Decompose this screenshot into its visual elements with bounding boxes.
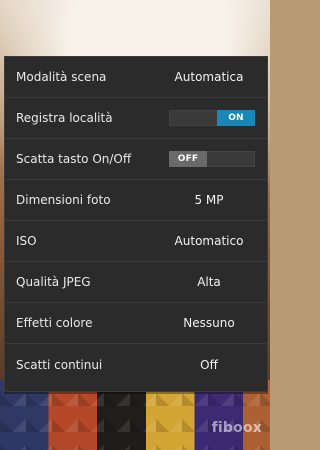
setting-value-scene-mode[interactable]: Automatica — [163, 70, 255, 84]
setting-label-jpeg-quality: Qualità JPEG — [16, 275, 91, 289]
setting-row-scene-mode[interactable]: Modalità scena Automatica — [5, 57, 267, 98]
setting-row-photo-size[interactable]: Dimensioni foto 5 MP — [5, 180, 267, 221]
setting-label-color-effects: Effetti colore — [16, 316, 93, 330]
setting-row-color-effects[interactable]: Effetti colore Nessuno — [5, 303, 267, 344]
setting-row-record-location[interactable]: Registra località ON — [5, 98, 267, 139]
shutter-button-toggle-knob[interactable]: OFF — [169, 151, 207, 167]
record-location-toggle-knob[interactable]: ON — [217, 110, 255, 126]
setting-label-iso: ISO — [16, 234, 37, 248]
setting-label-photo-size: Dimensioni foto — [16, 193, 111, 207]
setting-value-photo-size[interactable]: 5 MP — [163, 193, 255, 207]
setting-row-shutter-button[interactable]: Scatta tasto On/Off OFF — [5, 139, 267, 180]
setting-label-record-location: Registra località — [16, 111, 113, 125]
setting-value-iso[interactable]: Automatico — [163, 234, 255, 248]
setting-value-burst-mode[interactable]: Off — [163, 358, 255, 372]
setting-label-shutter-button: Scatta tasto On/Off — [16, 152, 132, 166]
setting-value-color-effects[interactable]: Nessuno — [163, 316, 255, 330]
setting-row-iso[interactable]: ISO Automatico — [5, 221, 267, 262]
setting-label-scene-mode: Modalità scena — [16, 70, 107, 84]
shutter-button-toggle[interactable]: OFF — [169, 151, 255, 167]
setting-label-burst-mode: Scatti continui — [16, 357, 103, 372]
camera-settings-panel: Modalità scena Automatica Registra local… — [4, 56, 268, 392]
watermark-logo: fiboox — [211, 420, 262, 436]
setting-row-jpeg-quality[interactable]: Qualità JPEG Alta — [5, 262, 267, 303]
setting-value-jpeg-quality[interactable]: Alta — [163, 275, 255, 289]
setting-row-burst-mode[interactable]: Scatti continui Off — [5, 344, 267, 385]
record-location-toggle[interactable]: ON — [169, 110, 255, 126]
